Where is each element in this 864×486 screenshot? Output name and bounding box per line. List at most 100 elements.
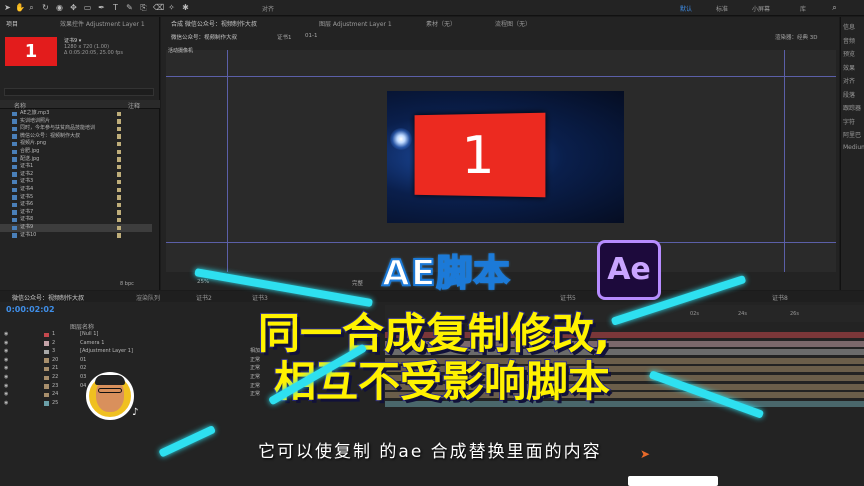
layer-name[interactable]: Camera 1: [80, 340, 104, 348]
visibility-eye-icon[interactable]: ◉: [4, 348, 8, 356]
layer-color-swatch[interactable]: [44, 332, 49, 337]
project-item[interactable]: 证书6: [0, 201, 152, 209]
tab-effects-controls[interactable]: 效果控件 Adjustment Layer 1: [60, 19, 145, 28]
project-item[interactable]: 证书4: [0, 186, 152, 194]
breadcrumb-cert[interactable]: 证书1: [277, 33, 292, 41]
label-swatch[interactable]: [117, 126, 121, 132]
label-swatch[interactable]: [117, 179, 121, 185]
layer-color-swatch[interactable]: [44, 392, 49, 398]
workspace-standard[interactable]: 标准: [716, 4, 728, 13]
right-panel-item[interactable]: 效果: [843, 63, 855, 72]
project-item[interactable]: 证书9: [0, 224, 152, 232]
renderer-label[interactable]: 渲染器：经典 3D: [775, 33, 817, 41]
camera-tool-icon[interactable]: ◉: [55, 3, 64, 12]
right-panel-item[interactable]: 段落: [843, 90, 855, 99]
guide-line[interactable]: [166, 242, 836, 243]
layer-color-swatch[interactable]: [44, 341, 49, 346]
right-panel-item[interactable]: 对齐: [843, 76, 855, 85]
visibility-eye-icon[interactable]: ◉: [4, 383, 8, 391]
visibility-eye-icon[interactable]: ◉: [4, 391, 8, 399]
pen-tool-icon[interactable]: ✒: [97, 3, 106, 12]
bpc-label[interactable]: 8 bpc: [120, 281, 134, 287]
label-swatch[interactable]: [117, 172, 121, 177]
roto-tool-icon[interactable]: ✧: [167, 3, 176, 12]
breadcrumb-main[interactable]: 微信公众号：视频制作大叔: [171, 33, 237, 41]
project-item[interactable]: 同时，今年参与扶贫商品技能培训: [0, 125, 152, 133]
right-panel-item[interactable]: 跟踪器: [843, 103, 861, 112]
rectangle-tool-icon[interactable]: ▭: [83, 3, 92, 12]
project-item[interactable]: 合肥.jpg: [0, 148, 152, 156]
tab-composition[interactable]: 合成 微信公众号：视频制作大叔: [171, 19, 257, 28]
project-search-input[interactable]: [4, 88, 154, 96]
zoom-select[interactable]: 25%: [197, 279, 209, 285]
clone-tool-icon[interactable]: ⎘: [139, 3, 148, 12]
layer-name[interactable]: [Adjustment Layer 1]: [80, 348, 133, 356]
right-panel-item[interactable]: 信息: [843, 22, 855, 31]
label-swatch[interactable]: [117, 195, 121, 200]
layer-name[interactable]: 02: [80, 365, 86, 373]
brush-tool-icon[interactable]: ✎: [125, 3, 134, 12]
label-swatch[interactable]: [117, 141, 121, 147]
tab-project[interactable]: 项目: [6, 19, 18, 28]
label-swatch[interactable]: [117, 217, 121, 223]
col-layer-name[interactable]: 图层名称: [70, 322, 94, 331]
project-item[interactable]: 证书3: [0, 178, 152, 186]
timeline-tab[interactable]: 微信公众号：视频制作大叔: [12, 293, 84, 302]
project-item[interactable]: AE之旅.mp3: [0, 110, 152, 118]
tab-layer[interactable]: 图层 Adjustment Layer 1: [319, 19, 392, 28]
label-swatch[interactable]: [117, 134, 121, 139]
layer-color-swatch[interactable]: [44, 401, 49, 406]
right-panel-item[interactable]: 字符: [843, 117, 855, 126]
right-panel-item[interactable]: 阿里巴: [843, 130, 861, 139]
label-swatch[interactable]: [117, 149, 121, 154]
puppet-tool-icon[interactable]: ✱: [181, 3, 190, 12]
quality-select[interactable]: 完整: [352, 279, 363, 287]
layer-color-swatch[interactable]: [44, 384, 49, 389]
label-swatch[interactable]: [117, 187, 121, 192]
project-item[interactable]: 视频片.png: [0, 140, 152, 148]
selection-tool-icon[interactable]: ➤: [3, 3, 12, 12]
guide-line[interactable]: [227, 50, 228, 272]
eraser-tool-icon[interactable]: ⌫: [153, 3, 164, 12]
timeline-tab[interactable]: 渲染队列: [136, 293, 160, 302]
label-swatch[interactable]: [117, 157, 121, 162]
timeline-tab[interactable]: 证书2: [196, 293, 212, 302]
right-panel-item[interactable]: 音频: [843, 36, 855, 45]
layer-color-swatch[interactable]: [44, 358, 49, 363]
layer-color-swatch[interactable]: [44, 366, 49, 372]
visibility-eye-icon[interactable]: ◉: [4, 331, 8, 339]
tab-flowchart[interactable]: 流程图（无）: [495, 19, 531, 28]
label-swatch[interactable]: [117, 202, 121, 208]
workspace-default[interactable]: 默认: [680, 4, 692, 13]
visibility-eye-icon[interactable]: ◉: [4, 357, 8, 365]
search-icon[interactable]: ⌕: [830, 3, 839, 12]
visibility-eye-icon[interactable]: ◉: [4, 365, 8, 373]
breadcrumb-sub[interactable]: 01-1: [305, 33, 317, 39]
visibility-eye-icon[interactable]: ◉: [4, 400, 8, 408]
guide-line[interactable]: [166, 76, 836, 77]
layer-mode[interactable]: 正常: [250, 365, 260, 373]
layer-name[interactable]: 04: [80, 383, 86, 391]
timeline-tab[interactable]: 证书8: [772, 293, 788, 302]
project-item[interactable]: 证书8: [0, 216, 152, 224]
label-swatch[interactable]: [117, 164, 121, 170]
layer-name[interactable]: 03: [80, 374, 86, 382]
layer-color-swatch[interactable]: [44, 375, 49, 380]
layer-mode[interactable]: 正常: [250, 374, 260, 382]
layer-mode[interactable]: 正常: [250, 383, 260, 391]
col-name[interactable]: 名称: [14, 101, 26, 110]
col-comment[interactable]: 注释: [128, 101, 140, 110]
label-swatch[interactable]: [117, 111, 121, 116]
right-panel-item[interactable]: Medium: [843, 144, 864, 151]
workspace-library[interactable]: 库: [800, 4, 806, 13]
label-swatch[interactable]: [117, 119, 121, 124]
visibility-eye-icon[interactable]: ◉: [4, 374, 8, 382]
right-panel-item[interactable]: 预览: [843, 49, 855, 58]
tab-footage[interactable]: 素材（无）: [426, 19, 456, 28]
zoom-tool-icon[interactable]: ⌕: [27, 3, 36, 12]
pan-behind-tool-icon[interactable]: ✥: [69, 3, 78, 12]
layer-name[interactable]: 01: [80, 357, 86, 365]
hand-tool-icon[interactable]: ✋: [15, 3, 25, 12]
project-item[interactable]: 证书10: [0, 232, 152, 240]
layer-color-swatch[interactable]: [44, 349, 49, 355]
